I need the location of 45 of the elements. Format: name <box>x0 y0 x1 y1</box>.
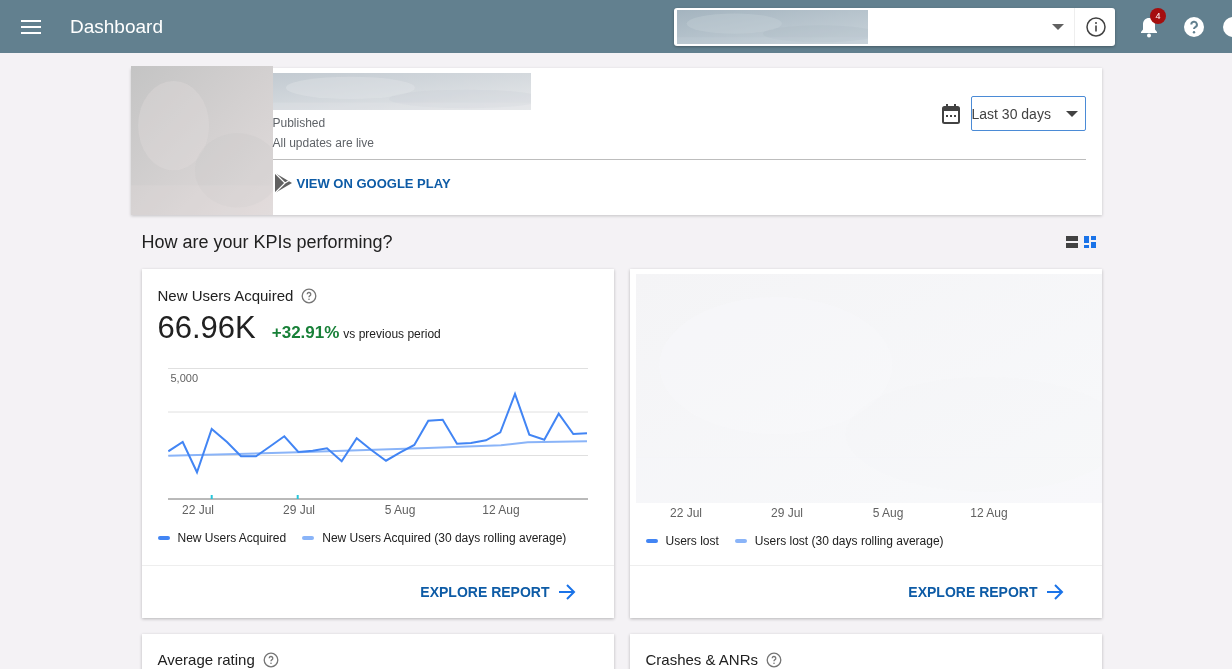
list-view-icon[interactable] <box>1065 236 1078 248</box>
card-title: Average rating <box>157 651 255 668</box>
help-icon[interactable] <box>262 651 279 668</box>
axis-label: 12 Aug <box>481 503 521 517</box>
help-icon[interactable] <box>1183 15 1205 38</box>
axis-label: 5 Aug <box>871 506 905 520</box>
axis-label: 5,000 <box>170 372 199 384</box>
tick-mark <box>210 494 213 500</box>
page-title: Dashboard <box>70 15 163 38</box>
arrow-right-icon <box>1045 584 1064 600</box>
app-selector[interactable] <box>674 7 1115 46</box>
help-icon[interactable] <box>766 651 783 668</box>
legend-label: Users lost (30 days rolling average) <box>754 534 944 548</box>
axis-label: 22 Jul <box>181 503 215 517</box>
caret-icon <box>1065 110 1078 117</box>
bell-icon[interactable] <box>1139 15 1159 38</box>
legend-label: New Users Acquired <box>177 531 287 545</box>
grid-view-icon[interactable] <box>1083 236 1096 248</box>
caret-icon <box>1052 23 1064 30</box>
notification-badge: 4 <box>1150 7 1166 24</box>
play-icon <box>272 172 293 194</box>
info-icon[interactable] <box>1086 16 1106 37</box>
change-percent: +32.91% <box>271 323 340 343</box>
axis-label: 22 Jul <box>669 506 703 520</box>
arrow-right-icon <box>557 584 576 600</box>
calendar-icon[interactable] <box>941 103 960 124</box>
axis-label: 5 Aug <box>383 503 417 517</box>
help-icon[interactable] <box>301 287 318 304</box>
legend-label: New Users Acquired (30 days rolling average) <box>322 531 567 545</box>
card-title: Crashes & ANRs <box>645 651 759 668</box>
tick-mark <box>296 494 299 500</box>
axis-label: 12 Aug <box>969 506 1009 520</box>
axis-label: 29 Jul <box>282 503 316 517</box>
date-range-dropdown[interactable]: Last 30 days <box>970 96 1086 131</box>
legend-label: Users lost <box>665 534 719 548</box>
card-title: New Users Acquired <box>157 287 294 304</box>
change-note: vs previous period <box>343 327 441 341</box>
explore-report-button[interactable]: EXPLORE REPORT <box>904 580 1068 604</box>
status-detail: All updates are live <box>272 136 375 150</box>
store-link[interactable]: VIEW ON GOOGLE PLAY <box>296 175 451 191</box>
axis-label: 29 Jul <box>770 506 804 520</box>
section-title: How are your KPIs performing? <box>141 231 393 253</box>
publish-status: Published <box>272 116 327 130</box>
explore-report-button[interactable]: EXPLORE REPORT <box>416 580 580 604</box>
kpi-value: 66.96K <box>157 310 256 346</box>
